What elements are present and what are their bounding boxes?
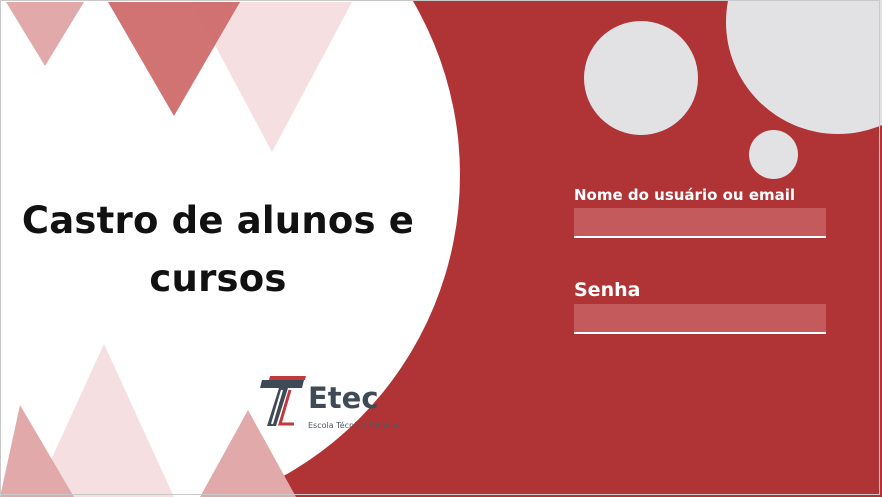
triangle-top-dark bbox=[108, 2, 240, 116]
etec-t-icon bbox=[260, 376, 306, 426]
login-screen: Castro de alunos e cursos Nome do usuári… bbox=[0, 0, 882, 497]
username-input[interactable] bbox=[574, 208, 826, 238]
logo-name: Etec bbox=[308, 381, 379, 415]
password-label: Senha bbox=[574, 279, 641, 301]
logo-subtitle: Escola Técnica Estadual bbox=[308, 421, 403, 430]
decorative-bubble-medium bbox=[584, 21, 698, 135]
username-label: Nome do usuário ou email bbox=[574, 186, 796, 204]
decorative-bubble-small bbox=[749, 130, 798, 179]
password-input[interactable] bbox=[574, 304, 826, 334]
etec-logo: Etec Escola Técnica Estadual bbox=[258, 374, 408, 434]
triangle-top-small bbox=[6, 2, 84, 66]
decorative-bubble-large bbox=[726, 0, 882, 134]
page-title: Castro de alunos e cursos bbox=[21, 199, 415, 300]
